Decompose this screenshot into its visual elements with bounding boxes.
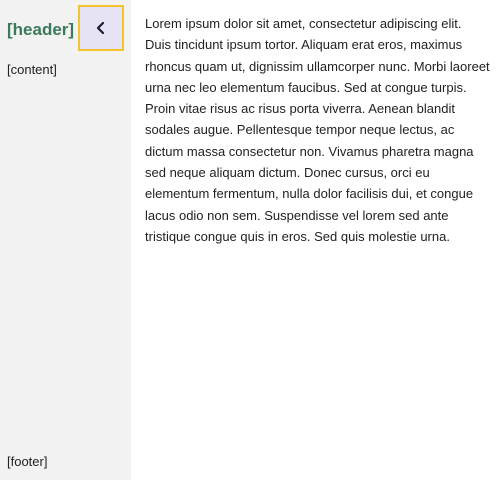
collapse-sidebar-button[interactable] [78,5,124,51]
sidebar-header: [header] [7,20,75,39]
sidebar-footer: [footer] [7,454,48,469]
sidebar: [header] [content] [footer] [0,0,131,480]
main-content: Lorem ipsum dolor sit amet, consectetur … [145,13,490,247]
sidebar-content: [content] [7,62,57,77]
chevron-left-icon [95,21,107,35]
body-paragraph: Lorem ipsum dolor sit amet, consectetur … [145,16,490,244]
app-layout: [header] [content] [footer] Lorem ipsum … [0,0,500,480]
